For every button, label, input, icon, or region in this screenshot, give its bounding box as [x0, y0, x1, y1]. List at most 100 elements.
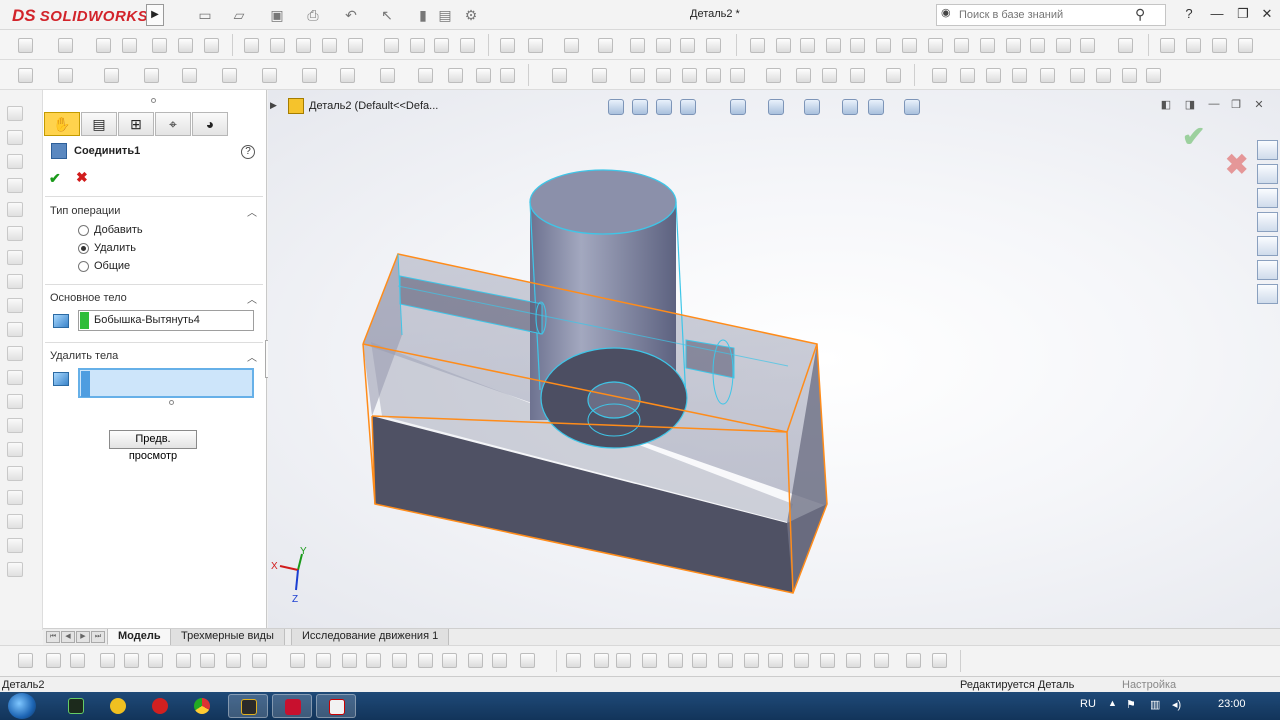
bottom-tool-icon[interactable]: [744, 653, 759, 668]
cancel-button[interactable]: ✖: [76, 169, 88, 186]
save-icon[interactable]: ▣: [268, 6, 286, 24]
vertical-tool-icon[interactable]: [7, 178, 23, 193]
sketch-tool-icon[interactable]: [302, 68, 317, 83]
feature-tool-icon[interactable]: [1030, 38, 1045, 53]
bottom-tool-icon[interactable]: [906, 653, 921, 668]
bottom-tool-icon[interactable]: [820, 653, 835, 668]
feature-tool-icon[interactable]: [96, 38, 111, 53]
new-document-icon[interactable]: ▭: [196, 6, 214, 24]
tab-display-manager[interactable]: ◕: [192, 112, 228, 136]
bottom-tool-icon[interactable]: [668, 653, 683, 668]
tab-3d-views[interactable]: Трехмерные виды: [170, 629, 285, 645]
feature-tool-icon[interactable]: [1238, 38, 1253, 53]
sketch-tool-icon[interactable]: [1040, 68, 1055, 83]
sketch-tool-icon[interactable]: [656, 68, 671, 83]
tab-configuration-manager[interactable]: ⊞: [118, 112, 154, 136]
undo-icon[interactable]: ↶: [342, 6, 360, 24]
bottom-tool-icon[interactable]: [642, 653, 657, 668]
sketch-tool-icon[interactable]: [58, 68, 73, 83]
print-icon[interactable]: ⎙: [304, 6, 322, 24]
help-icon[interactable]: ?: [241, 145, 255, 159]
vertical-tool-icon[interactable]: [7, 322, 23, 337]
bottom-tool-icon[interactable]: [70, 653, 85, 668]
menu-expand-arrow[interactable]: ▶: [146, 4, 164, 26]
bottom-tool-icon[interactable]: [442, 653, 457, 668]
3d-model[interactable]: Y X Z: [268, 90, 1280, 628]
collapse-chevron-icon[interactable]: ︿: [247, 291, 257, 306]
feature-tool-icon[interactable]: [322, 38, 337, 53]
main-body-field[interactable]: Бобышка-Вытянуть4: [78, 310, 254, 331]
open-folder-icon[interactable]: ▱: [230, 6, 248, 24]
bottom-tool-icon[interactable]: [46, 653, 61, 668]
feature-tool-icon[interactable]: [1212, 38, 1227, 53]
sketch-tool-icon[interactable]: [104, 68, 119, 83]
next-tab-arrow[interactable]: ▶: [76, 631, 90, 643]
sketch-tool-icon[interactable]: [1122, 68, 1137, 83]
radio-add[interactable]: [78, 225, 89, 236]
feature-tool-icon[interactable]: [954, 38, 969, 53]
feature-tool-icon[interactable]: [244, 38, 259, 53]
search-box[interactable]: ◉ ⚲: [936, 4, 1166, 26]
clock[interactable]: 23:00: [1218, 698, 1246, 710]
bottom-tool-icon[interactable]: [176, 653, 191, 668]
sketch-tool-icon[interactable]: [592, 68, 607, 83]
bottom-tool-icon[interactable]: [616, 653, 631, 668]
feature-tool-icon[interactable]: [410, 38, 425, 53]
taskbar-app-chrome[interactable]: [182, 694, 222, 718]
vertical-tool-icon[interactable]: [7, 346, 23, 361]
feature-tool-icon[interactable]: [1006, 38, 1021, 53]
tray-volume-icon[interactable]: ◂): [1172, 698, 1181, 711]
feature-tool-icon[interactable]: [58, 38, 73, 53]
feature-tool-icon[interactable]: [876, 38, 891, 53]
taskbar-app-opera[interactable]: [140, 694, 180, 718]
sketch-tool-icon[interactable]: [1146, 68, 1161, 83]
bottom-tool-icon[interactable]: [18, 653, 33, 668]
bottom-tool-icon[interactable]: [148, 653, 163, 668]
feature-tool-icon[interactable]: [270, 38, 285, 53]
feature-tool-icon[interactable]: [776, 38, 791, 53]
sketch-tool-icon[interactable]: [932, 68, 947, 83]
sketch-tool-icon[interactable]: [886, 68, 901, 83]
bottom-tool-icon[interactable]: [932, 653, 947, 668]
sketch-tool-icon[interactable]: [1070, 68, 1085, 83]
radio-common[interactable]: [78, 261, 89, 272]
subtract-bodies-field[interactable]: [78, 368, 254, 398]
vertical-tool-icon[interactable]: [7, 106, 23, 121]
select-arrow-icon[interactable]: ↖: [378, 6, 396, 24]
feature-tool-icon[interactable]: [564, 38, 579, 53]
bottom-tool-icon[interactable]: [418, 653, 433, 668]
bottom-tool-icon[interactable]: [290, 653, 305, 668]
solidworks-logo[interactable]: DS SOLIDWORKS: [12, 6, 148, 26]
restore-button[interactable]: ❐: [1232, 4, 1254, 24]
vertical-tool-icon[interactable]: [7, 250, 23, 265]
feature-tool-icon[interactable]: [434, 38, 449, 53]
sketch-tool-icon[interactable]: [418, 68, 433, 83]
bottom-tool-icon[interactable]: [200, 653, 215, 668]
tray-flag-icon[interactable]: ⚑: [1126, 698, 1136, 711]
preview-button[interactable]: Предв. просмотр: [109, 430, 197, 462]
bottom-tool-icon[interactable]: [594, 653, 609, 668]
sketch-tool-icon[interactable]: [706, 68, 721, 83]
file-properties-icon[interactable]: ▤: [436, 6, 454, 24]
taskbar-app-shield[interactable]: [228, 694, 268, 718]
bottom-tool-icon[interactable]: [468, 653, 483, 668]
feature-tool-icon[interactable]: [1080, 38, 1095, 53]
feature-tool-icon[interactable]: [706, 38, 721, 53]
feature-tool-icon[interactable]: [18, 38, 33, 53]
feature-tool-icon[interactable]: [528, 38, 543, 53]
tab-model[interactable]: Модель: [107, 629, 172, 645]
list-resize-handle[interactable]: [169, 400, 174, 405]
start-button[interactable]: [8, 693, 36, 719]
feature-tool-icon[interactable]: [800, 38, 815, 53]
vertical-tool-icon[interactable]: [7, 370, 23, 385]
radio-subtract[interactable]: [78, 243, 89, 254]
vertical-tool-icon[interactable]: [7, 202, 23, 217]
bottom-tool-icon[interactable]: [124, 653, 139, 668]
first-tab-arrow[interactable]: ⏮: [46, 631, 60, 643]
feature-tool-icon[interactable]: [1186, 38, 1201, 53]
bottom-tool-icon[interactable]: [874, 653, 889, 668]
taskbar-app-solidworks[interactable]: [272, 694, 312, 718]
feature-tool-icon[interactable]: [500, 38, 515, 53]
vertical-tool-icon[interactable]: [7, 394, 23, 409]
bottom-tool-icon[interactable]: [366, 653, 381, 668]
